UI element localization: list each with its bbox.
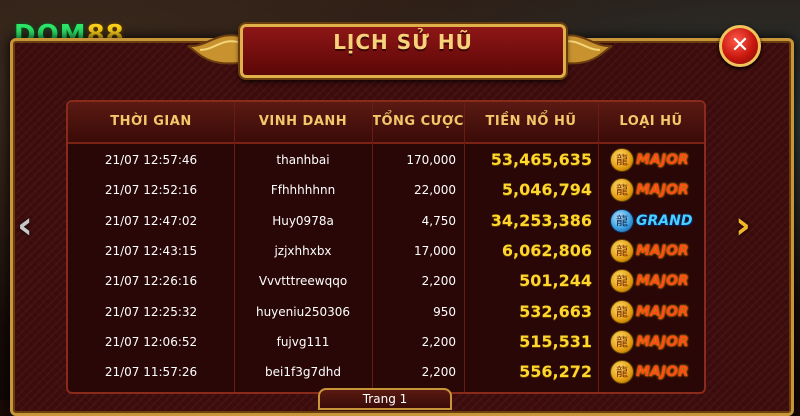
prev-page-arrow-icon[interactable]: ‹ — [8, 205, 42, 245]
cell-time: 21/07 12:47:02 — [104, 213, 198, 228]
table-row: 21/07 12:43:15 jzjxhhxbx 17,000 6,062,806 龍 M… — [68, 236, 704, 266]
dragon-coin-icon: 龍 — [610, 360, 634, 385]
dragon-coin-icon: 龍 — [610, 299, 634, 324]
table-row: 21/07 12:47:02 Huy0978a 4,750 34,253,386 龍 GR… — [68, 206, 704, 236]
header-time: THỜI GIAN — [110, 114, 192, 129]
next-page-arrow-icon[interactable]: › — [726, 205, 760, 245]
jackpot-type-label: MAJOR — [636, 273, 689, 290]
cell-player: thanhbai — [276, 153, 330, 167]
jackpot-type-badge: 龍 MAJOR — [610, 238, 696, 263]
cell-time: 21/07 12:26:16 — [104, 274, 198, 289]
cell-time: 21/07 12:57:46 — [104, 153, 198, 167]
cell-total-bet: 170,000 — [406, 153, 456, 167]
jackpot-type-label: MAJOR — [636, 152, 689, 168]
cell-player: huyeniu250306 — [255, 304, 351, 319]
cell-time: 21/07 12:52:16 — [104, 183, 198, 198]
cell-player: fujvg111 — [276, 334, 330, 349]
jackpot-history-table: THỜI GIAN VINH DANH TỔNG CƯỢC TIỀN NỔ HŨ… — [66, 100, 706, 394]
dragon-coin-icon: 龍 — [610, 238, 634, 263]
cell-jackpot-amount: 5,046,794 — [501, 180, 592, 200]
header-jackpot-amount: TIỀN NỔ HŨ — [485, 114, 577, 129]
cell-jackpot-amount: 53,465,635 — [490, 150, 592, 169]
cell-player: Ffhhhhhnn — [270, 183, 336, 198]
cell-jackpot-amount: 34,253,386 — [490, 210, 592, 230]
table-row: 21/07 12:25:32 huyeniu250306 950 532,663 龍 MA… — [68, 297, 704, 327]
table-row: 21/07 12:57:46 thanhbai 170,000 53,465,635 龍… — [68, 145, 704, 175]
cell-player: bei1f3g7dhd — [265, 365, 341, 380]
cell-jackpot-amount: 501,244 — [519, 271, 592, 291]
dragon-coin-icon: 龍 — [610, 269, 634, 294]
cell-time: 21/07 12:25:32 — [104, 304, 198, 319]
dragon-coin-icon: 龍 — [610, 329, 634, 354]
dialog-title: LỊCH SỬ HŨ — [333, 30, 473, 54]
header-jackpot-type: LOẠI HŨ — [619, 114, 683, 129]
cell-jackpot-amount: 532,663 — [519, 301, 592, 321]
cell-total-bet: 4,750 — [421, 213, 456, 228]
close-button[interactable]: ✕ — [719, 25, 761, 67]
jackpot-type-badge: 龍 MAJOR — [610, 148, 696, 172]
jackpot-type-label: GRAND — [636, 212, 693, 229]
cell-total-bet: 22,000 — [414, 183, 456, 198]
cell-time: 21/07 11:57:26 — [104, 365, 198, 380]
table-header: THỜI GIAN VINH DANH TỔNG CƯỢC TIỀN NỔ HŨ… — [68, 102, 704, 144]
cell-player: jzjxhhxbx — [274, 243, 332, 258]
pagination-label[interactable]: Trang 1 — [318, 388, 452, 410]
jackpot-type-badge: 龍 MAJOR — [610, 269, 696, 294]
table-row: 21/07 12:06:52 fujvg111 2,200 515,531 龍 MAJOR — [68, 327, 704, 357]
cell-time: 21/07 12:06:52 — [104, 334, 198, 349]
table-row: 21/07 12:52:16 Ffhhhhhnn 22,000 5,046,794 龍 M… — [68, 175, 704, 205]
jackpot-type-badge: 龍 MAJOR — [610, 329, 696, 354]
title-ornament-left-icon — [187, 34, 247, 65]
jackpot-type-label: MAJOR — [636, 333, 689, 350]
header-total-bet: TỔNG CƯỢC — [372, 114, 464, 129]
jackpot-type-label: MAJOR — [636, 364, 689, 381]
table-row: 21/07 11:57:26 bei1f3g7dhd 2,200 556,272 龍 MA… — [68, 357, 704, 387]
jackpot-type-badge: 龍 MAJOR — [610, 299, 696, 324]
jackpot-type-badge: 龍 GRAND — [610, 208, 696, 233]
cell-total-bet: 17,000 — [414, 243, 456, 258]
jackpot-type-badge: 龍 MAJOR — [610, 178, 696, 203]
table-row: 21/07 12:26:16 Vvvtttreewqqo 2,200 501,244 龍… — [68, 266, 704, 296]
jackpot-type-label: MAJOR — [636, 303, 689, 320]
cell-time: 21/07 12:43:15 — [104, 243, 198, 258]
jackpot-type-label: MAJOR — [636, 242, 689, 259]
jackpot-type-label: MAJOR — [636, 182, 689, 199]
dragon-coin-icon: 龍 — [610, 178, 634, 203]
cell-total-bet: 2,200 — [421, 365, 456, 380]
cell-total-bet: 2,200 — [421, 334, 456, 349]
cell-jackpot-amount: 556,272 — [519, 362, 592, 382]
cell-jackpot-amount: 6,062,806 — [501, 240, 592, 260]
cell-jackpot-amount: 515,531 — [519, 331, 592, 351]
dragon-grand-icon: 龍 — [610, 208, 634, 233]
dragon-coin-icon: 龍 — [610, 148, 634, 172]
jackpot-type-badge: 龍 MAJOR — [610, 360, 696, 385]
cell-player: Huy0978a — [272, 213, 334, 228]
cell-total-bet: 950 — [433, 304, 456, 319]
cell-player: Vvvtttreewqqo — [258, 274, 348, 289]
cell-total-bet: 2,200 — [421, 274, 456, 289]
header-player: VINH DANH — [258, 114, 348, 129]
